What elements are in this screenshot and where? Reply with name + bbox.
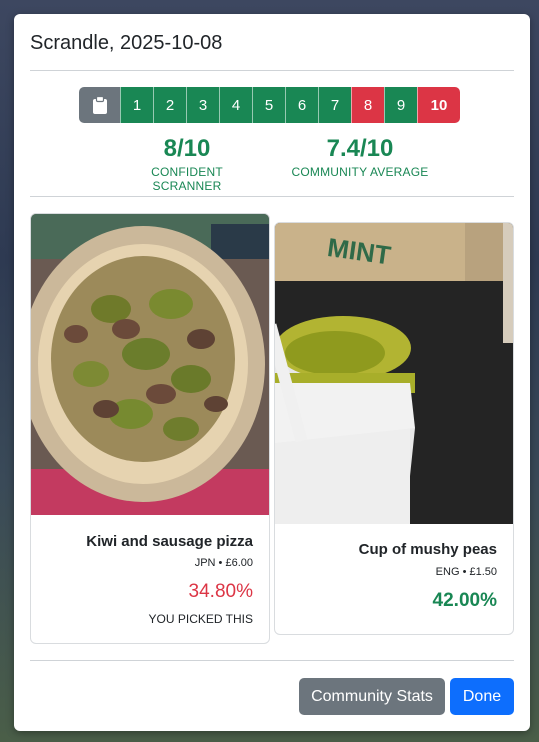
player-score: 8/10 CONFIDENT SCRANNER [118, 135, 256, 193]
food-image-pizza [31, 214, 269, 515]
copy-results-button[interactable] [79, 87, 120, 123]
results-modal: Scrandle, 2025-10-08 1 2 3 4 5 6 7 8 9 1… [14, 14, 530, 731]
divider [30, 660, 514, 661]
community-score-value: 7.4/10 [326, 135, 394, 162]
food-meta: ENG • £1.50 [435, 566, 497, 578]
score-cell-7: 7 [318, 87, 351, 123]
user-pick-badge: YOU PICKED THIS [148, 612, 253, 626]
score-cell-8: 8 [351, 87, 384, 123]
community-stats-button[interactable]: Community Stats [299, 678, 445, 715]
score-cell-2: 2 [153, 87, 186, 123]
clipboard-icon [92, 96, 107, 114]
food-meta: JPN • £6.00 [194, 557, 253, 569]
community-average-label: COMMUNITY AVERAGE [291, 165, 429, 179]
community-score: 7.4/10 COMMUNITY AVERAGE [291, 135, 429, 179]
score-cell-10: 10 [417, 87, 460, 123]
player-rank-label: CONFIDENT SCRANNER [151, 165, 223, 193]
modal-title: Scrandle, 2025-10-08 [30, 32, 223, 54]
score-cell-4: 4 [219, 87, 252, 123]
food-card-pizza[interactable]: Kiwi and sausage pizza JPN • £6.00 34.80… [30, 213, 270, 644]
score-bar: 1 2 3 4 5 6 7 8 9 10 [79, 87, 460, 123]
food-image-peas: MINT [275, 223, 513, 524]
score-cell-3: 3 [186, 87, 219, 123]
divider [30, 70, 514, 71]
pick-percentage: 42.00% [432, 590, 497, 611]
pick-percentage: 34.80% [188, 581, 253, 602]
divider [30, 196, 514, 197]
score-cell-9: 9 [384, 87, 417, 123]
food-name: Kiwi and sausage pizza [86, 533, 253, 550]
score-cell-6: 6 [285, 87, 318, 123]
score-cell-5: 5 [252, 87, 285, 123]
player-score-value: 8/10 [163, 135, 211, 162]
food-card-peas[interactable]: MINT Cup of mushy peas ENG • £1.50 42.00… [274, 222, 514, 635]
food-name: Cup of mushy peas [358, 541, 497, 558]
done-button[interactable]: Done [450, 678, 514, 715]
score-cell-1: 1 [120, 87, 153, 123]
